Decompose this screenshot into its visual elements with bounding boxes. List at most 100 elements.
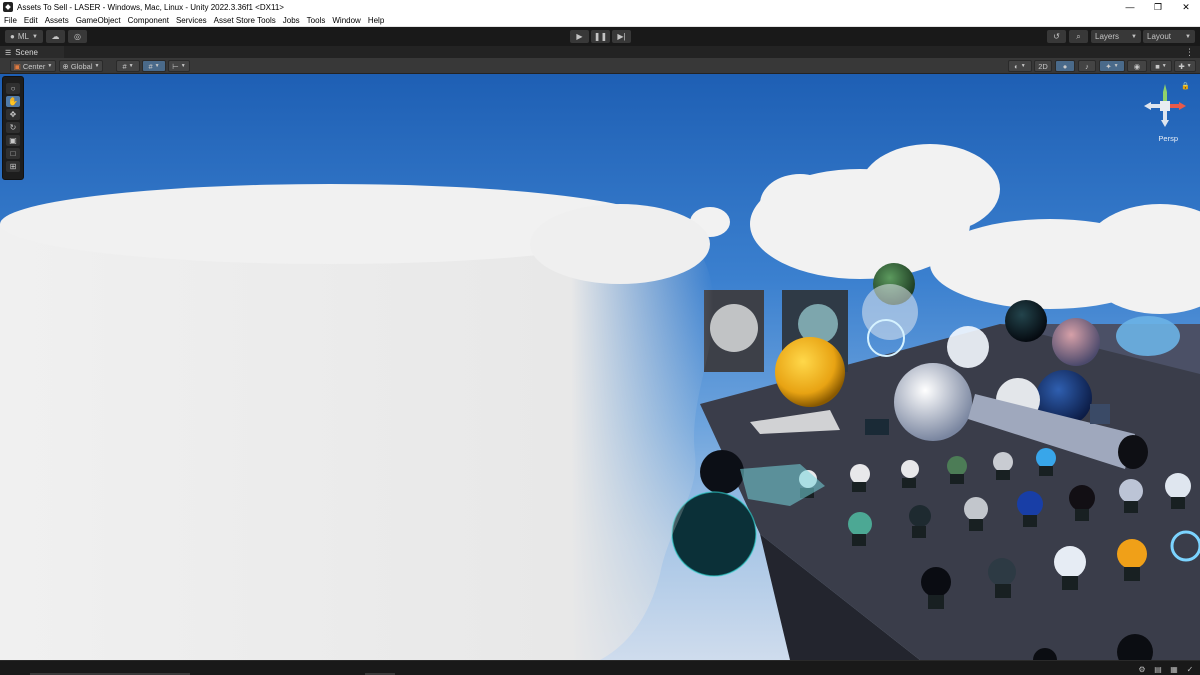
menu-help[interactable]: Help	[364, 16, 387, 25]
undo-history-button[interactable]: ↺	[1047, 30, 1066, 43]
history-icon: ↺	[1053, 32, 1060, 41]
layout-dropdown[interactable]: Layout ▼	[1143, 30, 1195, 43]
close-button[interactable]: ✕	[1172, 0, 1200, 14]
camera-settings-dropdown[interactable]: ■ ▼	[1150, 60, 1172, 72]
chevron-down-icon: ▼	[1113, 63, 1119, 69]
menu-jobs[interactable]: Jobs	[279, 16, 303, 25]
window-title: Assets To Sell - LASER - Windows, Mac, L…	[17, 2, 284, 12]
step-button[interactable]: ▶|	[612, 30, 631, 43]
menu-bar: File Edit Assets GameObject Component Se…	[0, 14, 1200, 27]
lock-icon[interactable]: 🔒	[1181, 82, 1190, 90]
pivot-mode-dropdown[interactable]: ▣ Center ▼	[10, 60, 56, 72]
scene-viewport[interactable]	[0, 74, 1200, 660]
lightbulb-icon: ●	[1062, 61, 1068, 71]
menu-window[interactable]: Window	[328, 16, 363, 25]
status-bar: ⚙ ▤ ▦ ✓	[0, 660, 1200, 675]
scene-tab-label: Scene	[15, 48, 38, 57]
lighting-status-icon[interactable]: ▦	[1169, 664, 1179, 674]
menu-services[interactable]: Services	[172, 16, 210, 25]
grid-icon: #	[122, 61, 127, 71]
toggle-2d-button[interactable]: 2D	[1034, 60, 1052, 72]
pause-icon: ❚❚	[593, 32, 608, 41]
chevron-down-icon: ▼	[47, 63, 53, 69]
gizmos-icon: ✚	[1178, 61, 1185, 71]
audio-toggle[interactable]: ♪	[1078, 60, 1096, 72]
scene-toolbar: ▣ Center ▼ ⊕ Global ▼ # ▼ # ▼ ⊢ ▼ ◐ ▼ 2D ● ♪…	[0, 58, 1200, 74]
tool-palette: ○ ✋ ✥ ↻ ▣ □ ⊞	[2, 76, 24, 180]
menu-gameobject[interactable]: GameObject	[72, 16, 124, 25]
chevron-down-icon: ▼	[154, 63, 160, 69]
collab-icon: ◎	[74, 32, 81, 41]
scene-tab-strip: ☰ Scene ⋮	[0, 45, 1200, 59]
grid-snapping-dropdown[interactable]: # ▼	[142, 60, 166, 72]
step-icon: ▶|	[617, 32, 626, 41]
layers-label: Layers	[1095, 32, 1120, 41]
space-label: Global	[70, 61, 93, 71]
move-tool-button[interactable]: ✥	[6, 109, 20, 120]
search-icon: ⌕	[1076, 31, 1081, 41]
menu-component[interactable]: Component	[124, 16, 172, 25]
search-button[interactable]: ⌕	[1069, 30, 1088, 43]
chevron-down-icon: ▼	[1020, 63, 1026, 69]
increment-snap-dropdown[interactable]: ⊢ ▼	[168, 60, 190, 72]
chevron-down-icon: ▼	[1185, 33, 1191, 40]
scene-tab-icon: ☰	[5, 49, 12, 57]
projection-label[interactable]: Persp	[1158, 134, 1178, 143]
account-label: ML	[17, 32, 29, 41]
pivot-rotation-dropdown[interactable]: ⊕ Global ▼	[59, 60, 103, 72]
menu-file[interactable]: File	[0, 16, 20, 25]
rotate-tool-button[interactable]: ↻	[6, 122, 20, 133]
mode-2d-label: 2D	[1038, 61, 1048, 71]
transform-icon: ⊞	[9, 162, 17, 171]
maximize-button[interactable]: ❐	[1144, 0, 1172, 14]
draw-mode-dropdown[interactable]: ◐ ▼	[1008, 60, 1032, 72]
check-icon[interactable]: ✓	[1185, 664, 1195, 674]
pivot-label: Center	[22, 61, 46, 71]
menu-tools[interactable]: Tools	[303, 16, 329, 25]
transform-tool-button[interactable]: ⊞	[6, 161, 20, 172]
lighting-toggle[interactable]: ●	[1055, 60, 1075, 72]
collab-button[interactable]: ◎	[68, 30, 87, 43]
effects-dropdown[interactable]: ✦ ▼	[1099, 60, 1125, 72]
effects-icon: ✦	[1105, 61, 1112, 71]
snap-increment-icon: ⊢	[172, 61, 179, 71]
minimize-button[interactable]: —	[1116, 0, 1144, 14]
grid-snap-icon: #	[148, 61, 153, 71]
menu-edit[interactable]: Edit	[20, 16, 41, 25]
scale-icon: ▣	[9, 136, 17, 145]
chevron-down-icon: ▼	[128, 63, 134, 69]
layout-label: Layout	[1147, 32, 1172, 41]
rect-icon: □	[10, 149, 16, 158]
grid-visibility-dropdown[interactable]: # ▼	[116, 60, 140, 72]
layers-dropdown[interactable]: Layers ▼	[1091, 30, 1141, 43]
eye-icon: ◉	[1133, 61, 1141, 71]
menu-assets[interactable]: Assets	[41, 16, 72, 25]
gizmos-dropdown[interactable]: ✚ ▼	[1174, 60, 1196, 72]
camera-icon: ■	[1155, 61, 1160, 71]
scene-render	[0, 144, 1200, 660]
rotate-icon: ↻	[9, 123, 17, 132]
scale-tool-button[interactable]: ▣	[6, 135, 20, 146]
hand-icon: ✋	[8, 97, 18, 106]
more-options-icon[interactable]: ⋮	[1185, 47, 1194, 58]
menu-asset-store-tools[interactable]: Asset Store Tools	[210, 16, 279, 25]
view-tool-button[interactable]: ○	[6, 83, 20, 94]
chevron-down-icon: ▼	[32, 33, 38, 40]
globe-icon: ⊕	[62, 61, 69, 71]
play-button[interactable]: ▶	[570, 30, 589, 43]
hand-tool-button[interactable]: ✋	[6, 96, 20, 107]
debug-icon[interactable]: ⚙	[1137, 664, 1147, 674]
chevron-down-icon: ▼	[94, 63, 100, 69]
rect-tool-button[interactable]: □	[6, 148, 20, 159]
chevron-down-icon: ▼	[1161, 63, 1167, 69]
cache-icon[interactable]: ▤	[1153, 664, 1163, 674]
pause-button[interactable]: ❚❚	[591, 30, 610, 43]
cloud-icon: ☁	[51, 32, 60, 41]
audio-icon: ♪	[1085, 61, 1089, 71]
chevron-down-icon: ▼	[1186, 63, 1192, 69]
cloud-button[interactable]: ☁	[46, 30, 65, 43]
unity-logo-icon	[3, 2, 13, 12]
scene-visibility-toggle[interactable]: ◉	[1127, 60, 1147, 72]
pivot-icon: ▣	[13, 61, 21, 71]
account-dropdown[interactable]: ● ML ▼	[5, 30, 43, 43]
